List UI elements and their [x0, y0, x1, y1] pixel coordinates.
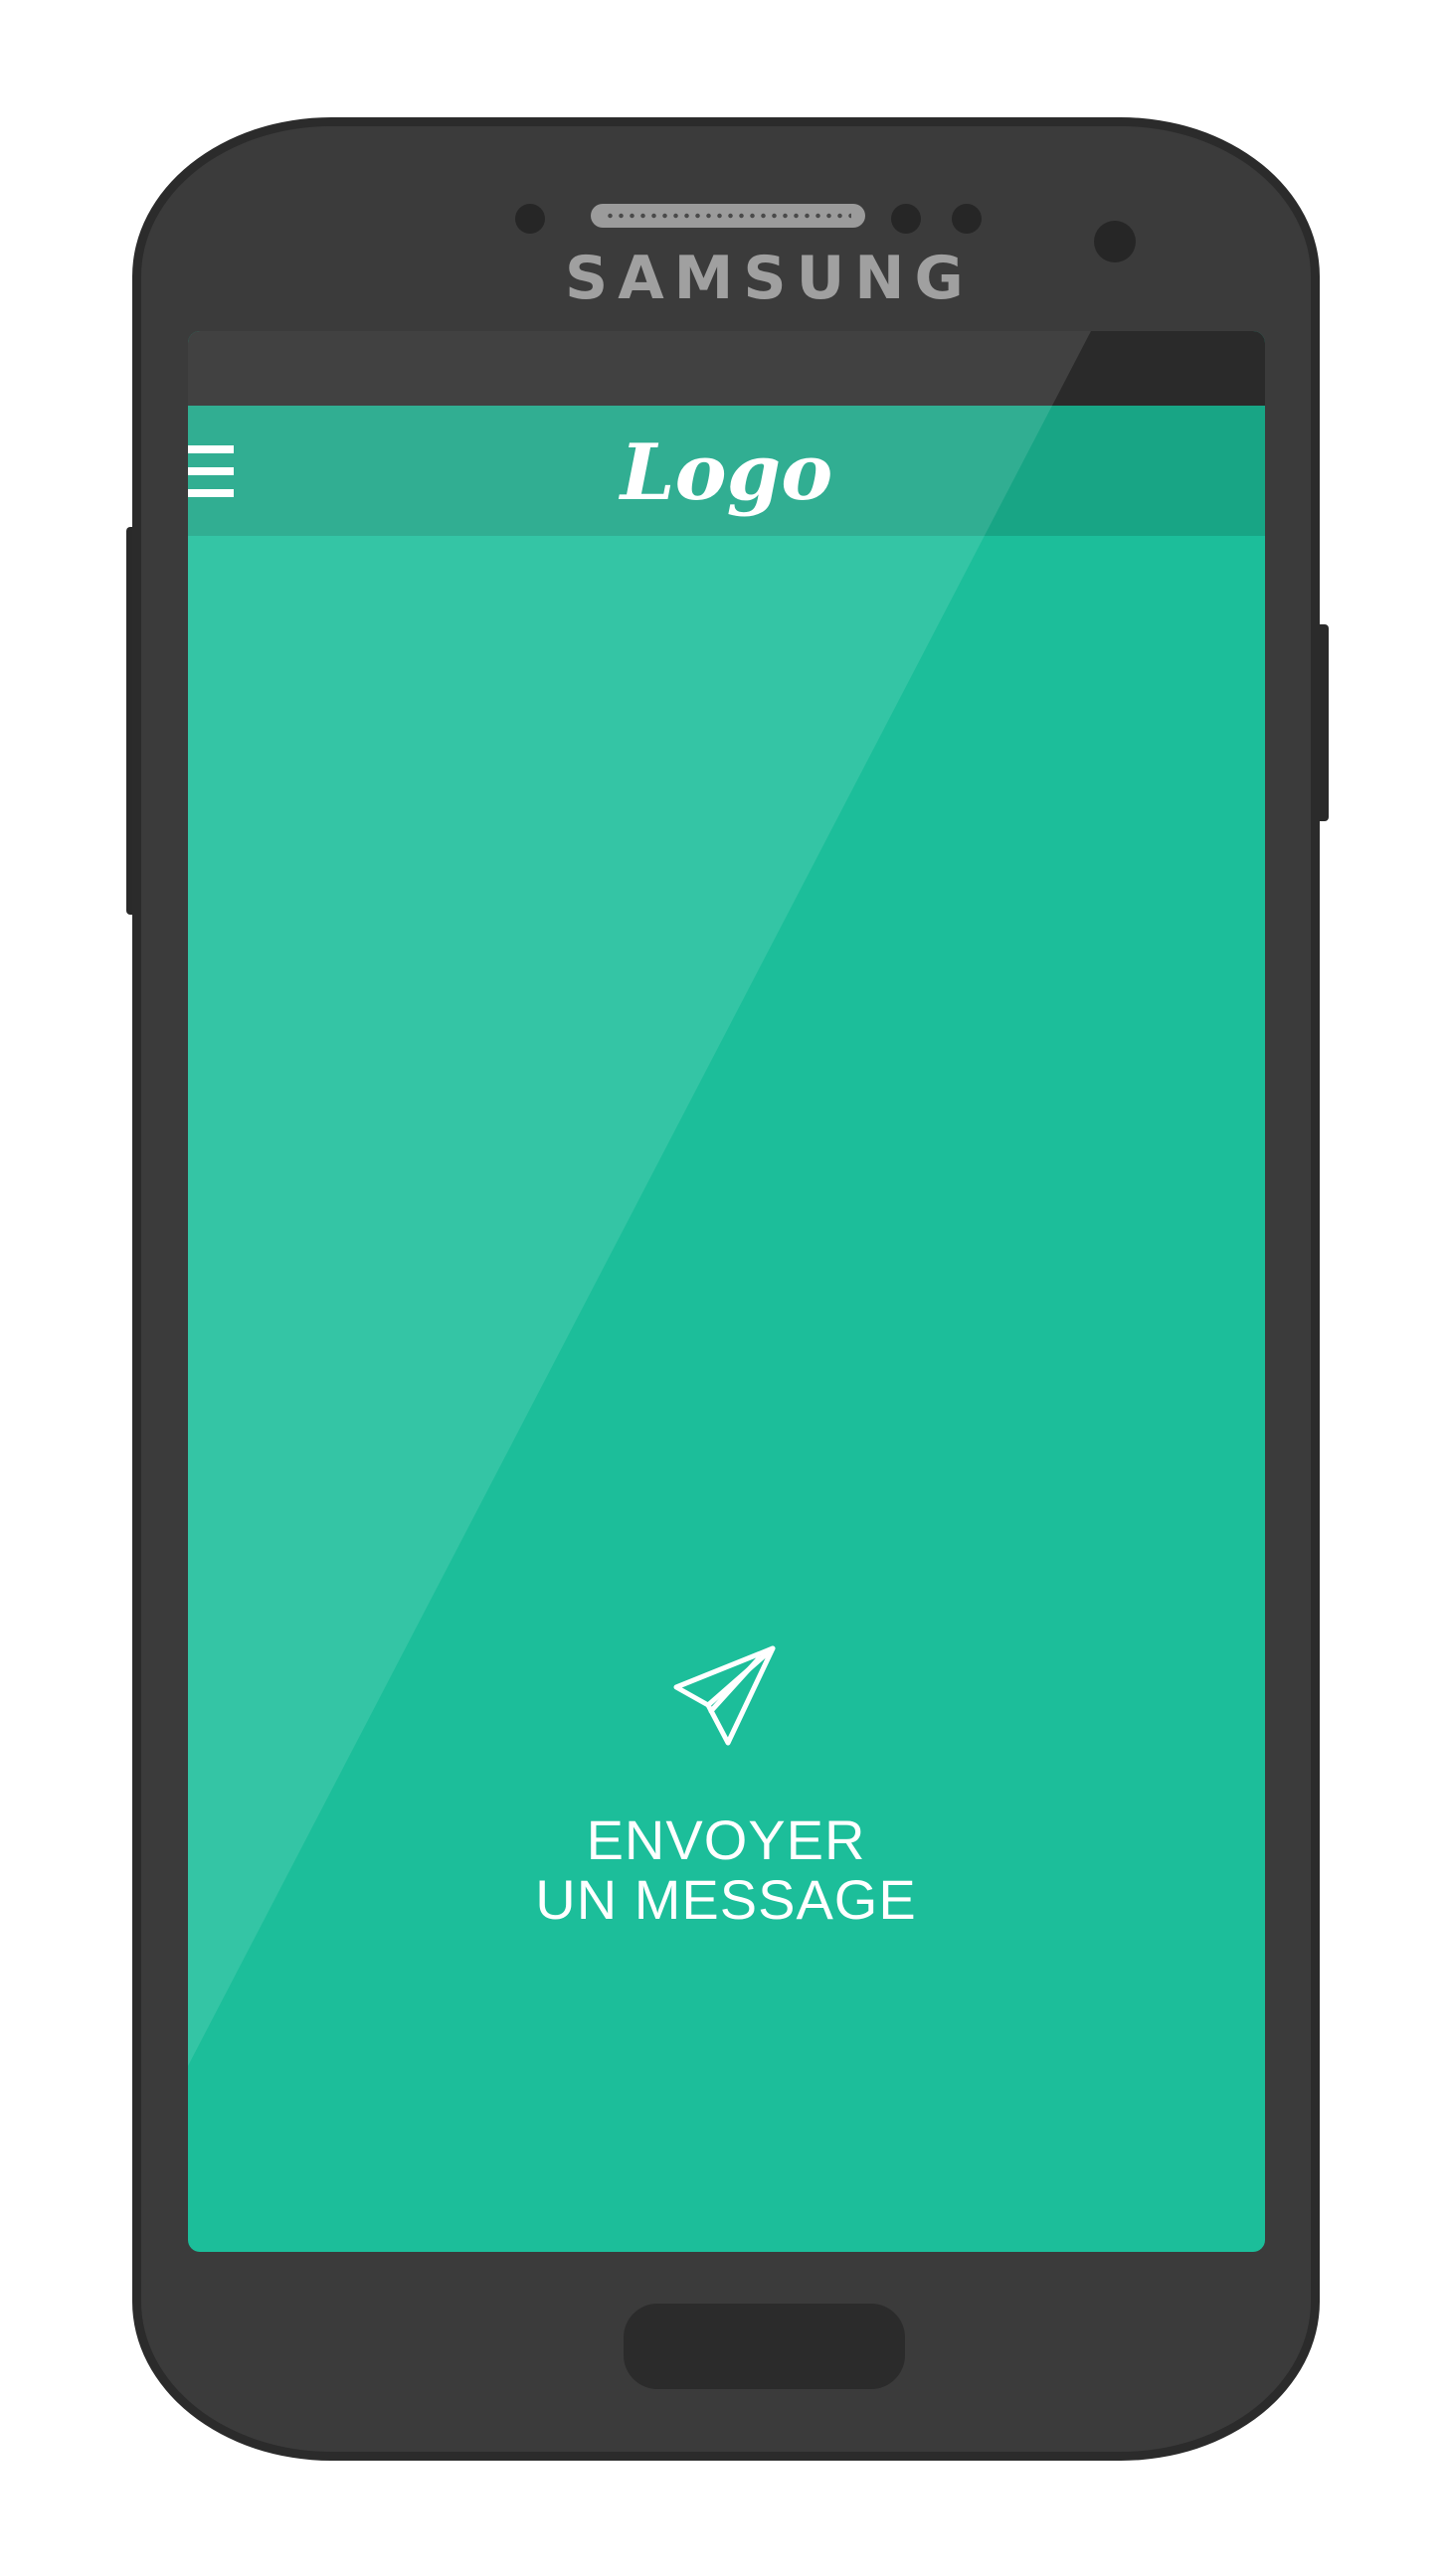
proximity-sensor [891, 204, 921, 234]
paper-plane-icon [673, 1645, 776, 1746]
home-button [624, 2304, 905, 2389]
screen: Logo ENVOYER UN MESSAGE [188, 331, 1265, 2252]
earpiece-speaker [591, 204, 865, 228]
send-message-button[interactable]: ENVOYER UN MESSAGE [527, 1643, 925, 1942]
front-sensor [515, 204, 545, 234]
front-camera [1094, 221, 1136, 262]
app-logo: Logo [620, 428, 833, 518]
screen-glare [188, 331, 1091, 2066]
status-bar [188, 331, 1265, 406]
device-mockup: SAMSUNG Logo ENVOYER UN MESSAGE [0, 0, 1449, 2576]
brand-label: SAMSUNG [565, 244, 974, 313]
light-sensor [952, 204, 982, 234]
send-message-label: ENVOYER UN MESSAGE [535, 1808, 917, 1931]
